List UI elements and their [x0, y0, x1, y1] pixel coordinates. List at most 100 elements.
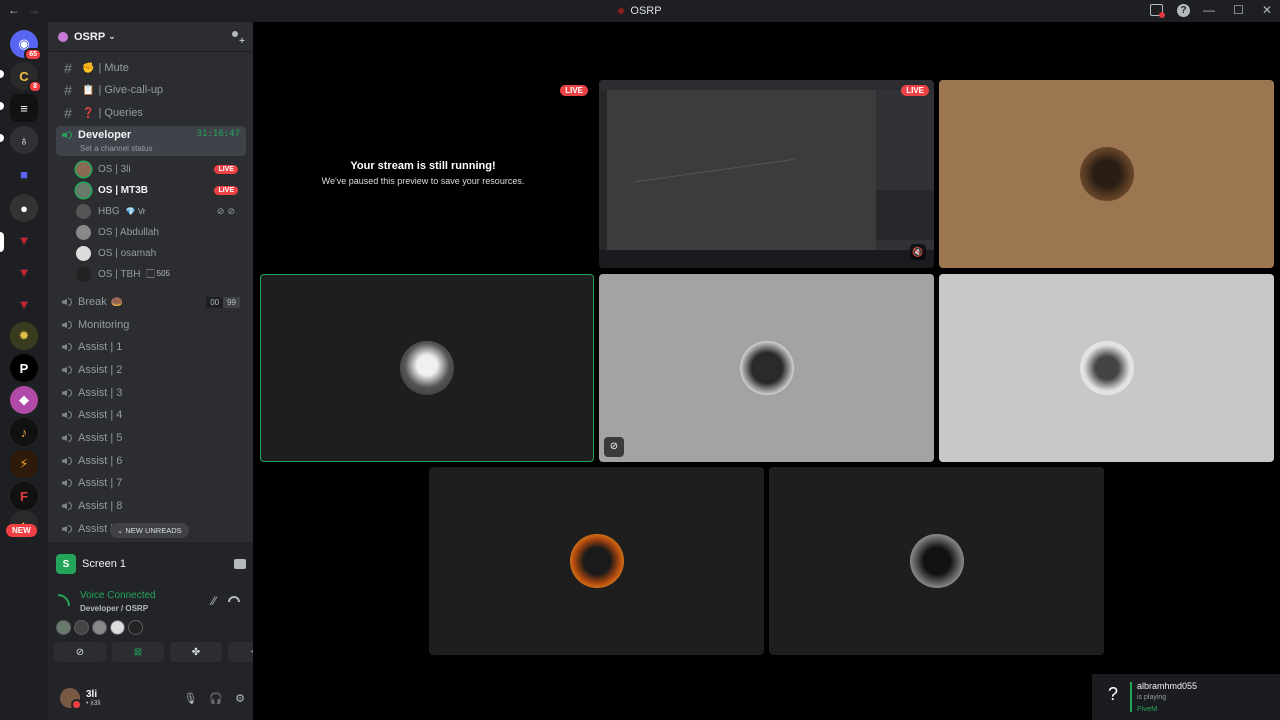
camera-off-button[interactable]: ⊘: [54, 642, 106, 662]
screen-share-tile[interactable]: LIVE 🔇: [599, 80, 934, 268]
voice-connected-label[interactable]: Voice Connected: [80, 590, 156, 601]
live-badge: LIVE: [560, 85, 588, 96]
camera-off-icon: ⊘: [604, 437, 624, 457]
server-icon[interactable]: ✹: [10, 322, 38, 350]
speaker-icon: [60, 477, 74, 489]
activity-game: FiveM: [1137, 704, 1158, 713]
avatar[interactable]: [56, 620, 71, 635]
text-channel-queries[interactable]: # ❓ | Queries: [56, 103, 246, 123]
voice-channel-assist[interactable]: Assist | 4: [56, 405, 246, 425]
avatar: [76, 161, 91, 177]
user-info[interactable]: 3li • ii3li: [86, 689, 101, 707]
server-icon[interactable]: C 8: [10, 62, 42, 93]
speaker-icon: [60, 296, 74, 308]
text-channel-mute[interactable]: # ✊ | Mute: [56, 58, 246, 78]
minimize-button[interactable]: —: [1203, 3, 1215, 17]
voice-user-name: OS | 3li: [98, 163, 131, 175]
invite-people-icon[interactable]: [231, 30, 245, 47]
new-servers-pill[interactable]: NEW: [6, 524, 37, 537]
avatar: [76, 266, 91, 282]
voice-channel-assist[interactable]: Assist | 3: [56, 383, 246, 403]
voice-user[interactable]: HBG 💎 Vr ⊘⊘: [76, 201, 244, 221]
voice-channel-assist[interactable]: Assist | 5: [56, 428, 246, 448]
speaker-icon: [60, 129, 74, 141]
server-glyph-icon: ◆: [19, 392, 29, 407]
voice-user[interactable]: OS | osamah: [76, 243, 244, 263]
voice-channel-assist[interactable]: Assist | 8: [56, 496, 246, 516]
voice-channel-break[interactable]: Break 🍩 00 99: [56, 292, 246, 312]
activities-button[interactable]: ✤: [170, 642, 222, 662]
voice-user[interactable]: OS | TBH 🏻 505: [76, 264, 244, 284]
participant-tile[interactable]: [939, 274, 1274, 462]
server-icon[interactable]: P: [10, 354, 38, 382]
live-badge: LIVE: [901, 85, 929, 96]
avatar[interactable]: [128, 620, 143, 635]
avatar[interactable]: [110, 620, 125, 635]
server-header[interactable]: OSRP ⌄: [48, 22, 253, 52]
voice-channel-assist[interactable]: Assist | 6: [56, 451, 246, 471]
help-icon[interactable]: ?: [1177, 4, 1190, 17]
voice-user[interactable]: OS | Abdullah: [76, 222, 244, 242]
text-channel-give-call-up[interactable]: # 📋 | Give-call-up: [56, 80, 246, 100]
voice-channel-assist[interactable]: Assist | 1: [56, 337, 246, 357]
close-button[interactable]: ✕: [1262, 3, 1272, 17]
voice-user[interactable]: OS | 3li LIVE: [76, 159, 244, 179]
avatar[interactable]: [60, 688, 82, 710]
screen-share-box: S Screen 1: [56, 550, 246, 578]
voice-channel-assist[interactable]: Assist | 7: [56, 473, 246, 493]
server-icon[interactable]: ♪: [10, 418, 38, 446]
channel-name: Assist | 7: [78, 477, 123, 489]
voice-channel-monitoring[interactable]: Monitoring: [56, 315, 246, 335]
paused-stream-tile[interactable]: LIVE Your stream is still running! We've…: [253, 80, 593, 268]
participant-tile[interactable]: [769, 467, 1104, 655]
voice-user-name: OS | TBH: [98, 268, 141, 280]
home-button[interactable]: ◉ 65: [10, 30, 42, 61]
server-icon[interactable]: F: [10, 482, 38, 510]
voice-user[interactable]: OS | MT3B LIVE: [76, 180, 244, 200]
folder-icon[interactable]: ■: [10, 160, 38, 188]
microphone-icon[interactable]: 🎙: [183, 692, 197, 705]
server-icon[interactable]: ≡: [10, 94, 38, 122]
share-screen-button[interactable]: ⊠: [112, 642, 164, 662]
user-controls: 🎙 🎧 ⚙: [183, 692, 245, 705]
voice-channel-assist[interactable]: Assist | 2: [56, 360, 246, 380]
voice-actions: ⊘ ⊠ ✤ ✧: [54, 642, 280, 662]
server-icon[interactable]: ◆: [10, 386, 38, 414]
avatar[interactable]: [92, 620, 107, 635]
gear-icon[interactable]: ⚙: [235, 692, 245, 705]
server-icon[interactable]: ▼: [10, 258, 38, 286]
channel-name: Assist | 1: [78, 341, 123, 353]
server-icon[interactable]: ▼: [10, 226, 38, 254]
headphones-icon[interactable]: 🎧: [209, 692, 223, 705]
participant-tile-speaking[interactable]: [260, 274, 594, 462]
participant-tile[interactable]: [429, 467, 764, 655]
speaker-icon: [60, 523, 74, 535]
stop-stream-icon[interactable]: [234, 559, 246, 569]
server-icon[interactable]: ▼: [10, 290, 38, 318]
avatar: [1079, 341, 1134, 395]
muted-speaker-icon[interactable]: 🔇: [910, 244, 926, 260]
new-unreads-button[interactable]: ⌄ NEW UNREADS: [110, 523, 189, 538]
server-icon[interactable]: ●: [10, 194, 38, 222]
voice-location[interactable]: Developer / OSRP: [80, 604, 148, 613]
user-status: • ii3li: [86, 700, 101, 707]
server-name: OSRP: [74, 30, 106, 43]
server-glyph-icon: C: [19, 68, 29, 84]
participant-tile[interactable]: ⊘: [599, 274, 934, 462]
disconnect-icon[interactable]: [228, 596, 240, 602]
maximize-button[interactable]: ☐: [1233, 3, 1244, 17]
participant-tile[interactable]: [939, 80, 1274, 268]
inbox-icon[interactable]: [1150, 4, 1165, 18]
channel-status-prompt[interactable]: Set a channel status: [80, 144, 153, 153]
question-icon: ?: [1107, 684, 1118, 704]
server-icon[interactable]: ⚡: [10, 450, 38, 478]
avatar[interactable]: [74, 620, 89, 635]
noise-suppression-icon[interactable]: ⁄⁄: [212, 594, 216, 608]
server-icon[interactable]: ♁: [10, 126, 38, 154]
activity-toast[interactable]: ? albramhmd055 is playing FiveM: [1092, 674, 1280, 720]
accent-bar: [1130, 682, 1132, 712]
channel-emoji: ✊: [82, 62, 95, 74]
server-glyph-icon: ♁: [19, 132, 29, 148]
voice-channel-developer[interactable]: Developer 31:16:47 Set a channel status: [56, 126, 246, 156]
signal-icon[interactable]: [58, 594, 70, 606]
